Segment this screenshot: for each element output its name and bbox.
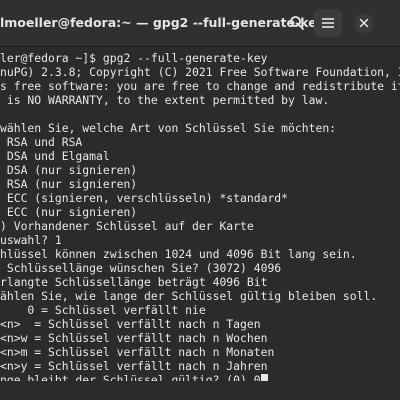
- search-icon: [290, 16, 304, 30]
- terminal-line: 0 = Schlüssel verfällt nie: [0, 303, 206, 317]
- close-button[interactable]: [354, 13, 374, 33]
- menu-button[interactable]: [314, 9, 342, 37]
- terminal-line: <n>y = Schlüssel verfällt nach n Jahren: [0, 359, 268, 373]
- terminal-line: wählen Sie, welche Art von Schlüssel Sie…: [0, 121, 337, 135]
- terminal-line: rlangte Schlüssellänge beträgt 4096 Bit: [0, 275, 268, 289]
- terminal-line: hlüssel können zwischen 1024 und 4096 Bi…: [0, 247, 357, 261]
- terminal-line: <n> = Schlüssel verfällt nach n Tagen: [0, 317, 261, 331]
- search-button[interactable]: [283, 9, 311, 37]
- terminal-output[interactable]: ler@fedora ~]$ gpg2 --full-generate-key …: [0, 47, 400, 381]
- prompt-text: nge bleibt der Schlüssel gültig? (0) 0: [0, 373, 261, 382]
- terminal-bottom-padding: [0, 381, 400, 400]
- terminal-line: ler@fedora ~]$ gpg2 --full-generate-key: [0, 51, 268, 65]
- terminal-line: s free software: you are free to change …: [0, 79, 400, 93]
- terminal-line: <n>w = Schlüssel verfällt nach n Wochen: [0, 331, 268, 345]
- terminal-line: DSA und Elgamal: [0, 149, 110, 163]
- terminal-line: ählen Sie, wie lange der Schlüssel gülti…: [0, 289, 378, 303]
- close-icon: [359, 18, 369, 28]
- terminal-line: nuPG) 2.3.8; Copyright (C) 2021 Free Sof…: [0, 65, 400, 79]
- terminal-line: uswahl? 1: [0, 233, 62, 247]
- terminal-line: Schlüssellänge wünschen Sie? (3072) 4096: [0, 261, 282, 275]
- title-bar: lmoeller@fedora:~ — gpg2 --full-generate…: [0, 0, 400, 47]
- terminal-line: <n>m = Schlüssel verfällt nach n Monaten: [0, 345, 275, 359]
- terminal-line: RSA und RSA: [0, 135, 83, 149]
- terminal-line: RSA (nur signieren): [0, 177, 138, 191]
- terminal-line: DSA (nur signieren): [0, 163, 138, 177]
- terminal-line: ECC (nur signieren): [0, 205, 138, 219]
- terminal-prompt-line: nge bleibt der Schlüssel gültig? (0) 0: [0, 374, 268, 381]
- hamburger-menu-icon: [322, 18, 334, 28]
- terminal-line: ECC (signieren, verschlüsseln) *standard…: [0, 191, 289, 205]
- terminal-line: is NO WARRANTY, to the extent permitted …: [0, 93, 330, 107]
- text-cursor: [260, 374, 268, 381]
- terminal-line: ) Vorhandener Schlüssel auf der Karte: [0, 219, 254, 233]
- terminal-window: lmoeller@fedora:~ — gpg2 --full-generate…: [0, 0, 400, 400]
